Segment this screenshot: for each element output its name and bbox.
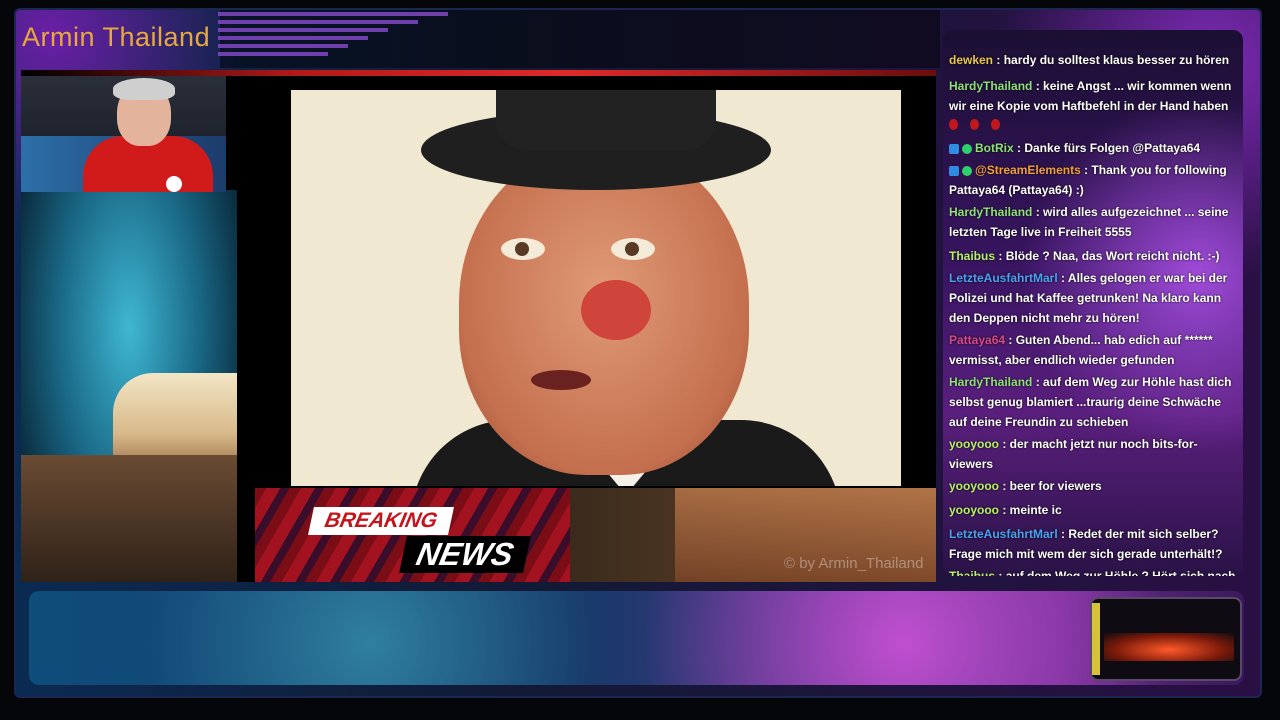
- bot-badge-icon: [949, 165, 959, 176]
- emote-icon: [991, 119, 1000, 131]
- chat-message: HardyThailand : keine Angst ... wir komm…: [949, 79, 1232, 113]
- chat-username[interactable]: yooyooo: [949, 503, 999, 517]
- chat-message: BotRix : Danke fürs Folgen @Pattaya64: [949, 138, 1241, 158]
- mini-preview-box: [1090, 597, 1242, 681]
- newsroom-background: [21, 190, 237, 582]
- chat-message: yooyooo : beer for viewers: [949, 479, 1102, 493]
- bot-badge-icon: [949, 143, 959, 154]
- emote-icon: [970, 119, 979, 131]
- chat-message: LetzteAusfahrtMarl : Alles gelogen er wa…: [949, 271, 1228, 325]
- chat-message: dewken : hardy du solltest klaus besser …: [949, 53, 1230, 67]
- breaking-label: BREAKING: [308, 507, 454, 535]
- header-decoration-bars: [218, 12, 458, 66]
- chat-text: Danke fürs Folgen @Pattaya64: [1024, 141, 1201, 155]
- emote-icon: [949, 119, 958, 131]
- verified-badge-icon: [962, 143, 972, 154]
- chat-message: Thaibus : auf dem Weg zur Höhle ? Hört s…: [949, 566, 1241, 576]
- chat-username[interactable]: LetzteAusfahrtMarl: [949, 271, 1058, 285]
- watermark-text: © by Armin_Thailand: [784, 555, 924, 572]
- broadcast-stage: BREAKING NEWS © by Armin_Thailand: [21, 70, 936, 582]
- chat-message: @StreamElements : Thank you for followin…: [949, 163, 1227, 197]
- chat-text: beer for viewers: [1009, 479, 1102, 493]
- chat-username[interactable]: Thaibus: [949, 249, 995, 263]
- chat-username[interactable]: HardyThailand: [949, 79, 1032, 93]
- chat-message: HardyThailand : wird alles aufgezeichnet…: [949, 205, 1229, 239]
- bottom-ticker-bar: [29, 591, 1244, 685]
- cartoon-video-player[interactable]: [291, 90, 901, 486]
- chat-username[interactable]: LetzteAusfahrtMarl: [949, 527, 1058, 541]
- chat-username[interactable]: HardyThailand: [949, 375, 1032, 389]
- chat-panel[interactable]: dewken : hardy du solltest klaus besser …: [943, 30, 1243, 576]
- verified-badge-icon: [962, 165, 972, 176]
- chat-message: [949, 114, 1241, 134]
- chat-message: yooyooo : meinte ic: [949, 503, 1062, 517]
- chat-text: Blöde ? Naa, das Wort reicht nicht. :-): [1005, 249, 1220, 263]
- chat-username[interactable]: HardyThailand: [949, 205, 1032, 219]
- chat-message: Pattaya64 : Guten Abend... hab edich auf…: [949, 333, 1213, 367]
- studio-floor: [21, 455, 237, 582]
- chat-username[interactable]: yooyooo: [949, 479, 999, 493]
- chat-username[interactable]: dewken: [949, 53, 993, 67]
- news-label: NEWS: [399, 536, 531, 573]
- chat-username[interactable]: @StreamElements: [975, 163, 1081, 177]
- chat-message: HardyThailand : auf dem Weg zur Höhle ha…: [949, 375, 1232, 429]
- webcam-feed: [21, 76, 226, 192]
- chat-message: yooyooo : der macht jetzt nur noch bits-…: [949, 437, 1198, 471]
- chat-message: Thaibus : Blöde ? Naa, das Wort reicht n…: [949, 249, 1220, 263]
- channel-title: Armin Thailand: [22, 22, 211, 52]
- chat-text: hardy du solltest klaus besser zu hören: [1003, 53, 1230, 67]
- chat-message-list[interactable]: dewken : hardy du solltest klaus besser …: [943, 30, 1243, 576]
- chat-message: LetzteAusfahrtMarl : Redet der mit sich …: [949, 527, 1223, 561]
- chat-username[interactable]: yooyooo: [949, 437, 999, 451]
- chat-username[interactable]: Thaibus: [949, 569, 995, 576]
- breaking-news-banner: BREAKING NEWS: [255, 488, 570, 582]
- club-badge-icon: [166, 176, 182, 192]
- chat-username[interactable]: Pattaya64: [949, 333, 1005, 347]
- chat-username[interactable]: BotRix: [975, 141, 1014, 155]
- chat-text: meinte ic: [1009, 503, 1062, 517]
